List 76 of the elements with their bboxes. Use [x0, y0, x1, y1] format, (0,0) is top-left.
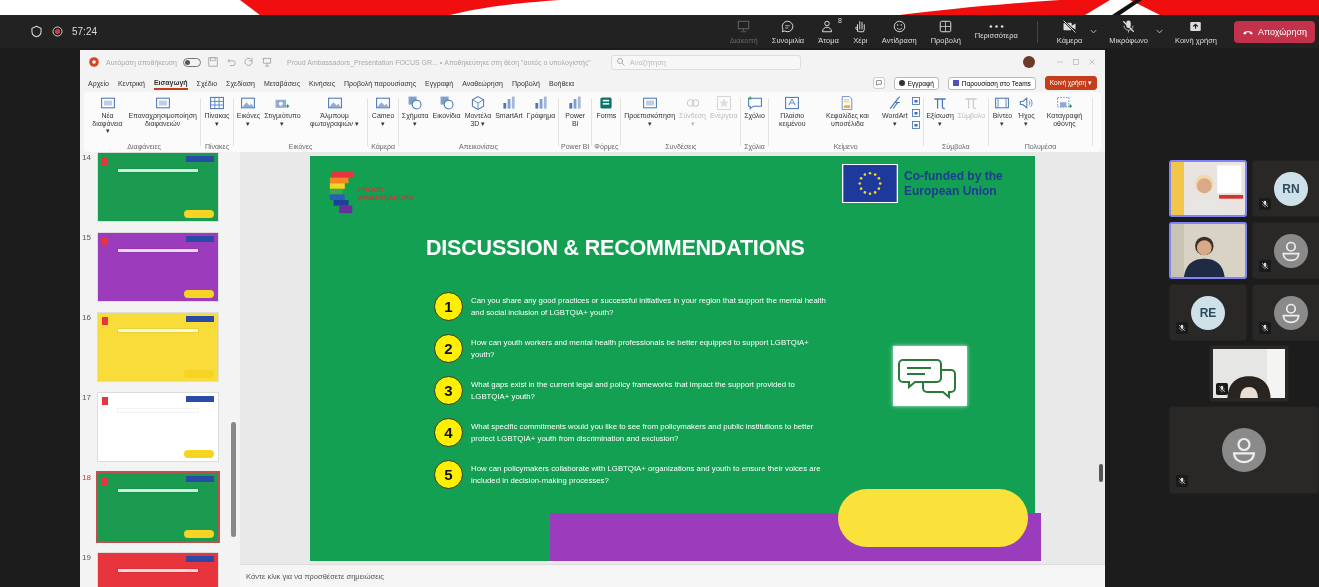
- hand-icon: [852, 18, 868, 34]
- number-circle: 1: [434, 292, 463, 321]
- person-avatar-icon: [1222, 428, 1266, 472]
- image-icon: [326, 95, 343, 111]
- slide-title: DISCUSSION & RECOMMENDATIONS: [426, 236, 805, 261]
- scrollbar[interactable]: [1099, 464, 1103, 482]
- formula-icon: [932, 95, 949, 111]
- recording-icon: [51, 25, 64, 38]
- slide-thumbnail[interactable]: [98, 473, 218, 541]
- mic-off-icon: [1121, 18, 1137, 34]
- slide-number: 17: [82, 393, 92, 404]
- eu-flag-icon: [842, 164, 898, 203]
- chat-icon: [780, 18, 796, 34]
- number-circle: 4: [434, 418, 463, 447]
- slide-thumbnail[interactable]: [98, 313, 218, 381]
- number-circle: 2: [434, 334, 463, 363]
- app-logo-icon: [88, 56, 100, 68]
- participant-initials: RN: [1274, 171, 1308, 206]
- smiley-icon: [891, 18, 907, 34]
- form-icon: [598, 95, 615, 111]
- participant-tile[interactable]: [1169, 406, 1319, 494]
- funding-text: Co-funded by the European Union: [904, 169, 1004, 198]
- image-icon: [375, 95, 392, 111]
- textbox-icon: [784, 95, 801, 111]
- screen-icon: [736, 18, 752, 34]
- participant-tile[interactable]: RE: [1169, 284, 1247, 341]
- image-icon: [240, 95, 257, 111]
- search-icon: [615, 57, 626, 67]
- dots-icon: [988, 23, 1004, 29]
- scrollbar[interactable]: [231, 422, 236, 537]
- slide-icon: [154, 95, 171, 111]
- record-icon: [1056, 95, 1073, 111]
- slide-number: 15: [82, 233, 92, 244]
- slide-thumbnail[interactable]: [98, 153, 218, 221]
- participant-initials: RE: [1191, 295, 1225, 330]
- slide-icon: [641, 95, 658, 111]
- person-avatar-icon: [1274, 295, 1308, 330]
- shield-icon: [30, 25, 43, 38]
- chart-icon: [567, 95, 584, 111]
- comments-icon[interactable]: [872, 77, 885, 89]
- chat-icon: [893, 346, 967, 406]
- number-circle: 5: [434, 460, 463, 489]
- participant-tile[interactable]: [1209, 345, 1289, 402]
- star-icon: [715, 95, 732, 111]
- table-icon: [209, 95, 225, 111]
- cube-icon: [469, 95, 486, 111]
- slide-number: 19: [82, 553, 92, 564]
- call-timer: 57:24: [72, 26, 98, 37]
- leave-button[interactable]: Αποχώρηση: [1233, 20, 1315, 43]
- slide-thumbnail[interactable]: [98, 393, 218, 461]
- shapes-icon: [438, 95, 455, 111]
- slide-number: 16: [82, 313, 92, 324]
- slide-number: 18: [82, 473, 92, 484]
- slide-number: 14: [82, 153, 92, 164]
- chevron-icon[interactable]: [1155, 27, 1164, 36]
- slide-icon: [99, 95, 116, 111]
- shapes-icon: [407, 95, 424, 111]
- account-avatar[interactable]: [1023, 56, 1035, 68]
- comment-icon: [746, 95, 763, 111]
- camera-off-icon: [1062, 18, 1077, 34]
- participant-tile[interactable]: [1252, 284, 1319, 341]
- grid-icon: [938, 18, 954, 34]
- chevron-icon[interactable]: [1089, 27, 1099, 36]
- slide-thumbnail[interactable]: [98, 233, 218, 301]
- small-tool-icon[interactable]: [910, 120, 921, 130]
- number-circle: 3: [434, 376, 463, 405]
- participant-tile[interactable]: [1252, 222, 1319, 279]
- speaker-icon: [1018, 95, 1035, 111]
- video-icon: [994, 95, 1011, 111]
- participant-tile[interactable]: RN: [1252, 160, 1319, 217]
- small-tool-icon[interactable]: [910, 96, 921, 106]
- person-avatar-icon: [1274, 233, 1308, 268]
- small-tool-icon[interactable]: [910, 108, 921, 118]
- formula-icon: [963, 95, 980, 111]
- chart-icon: [501, 95, 517, 111]
- chart-icon: [533, 95, 549, 111]
